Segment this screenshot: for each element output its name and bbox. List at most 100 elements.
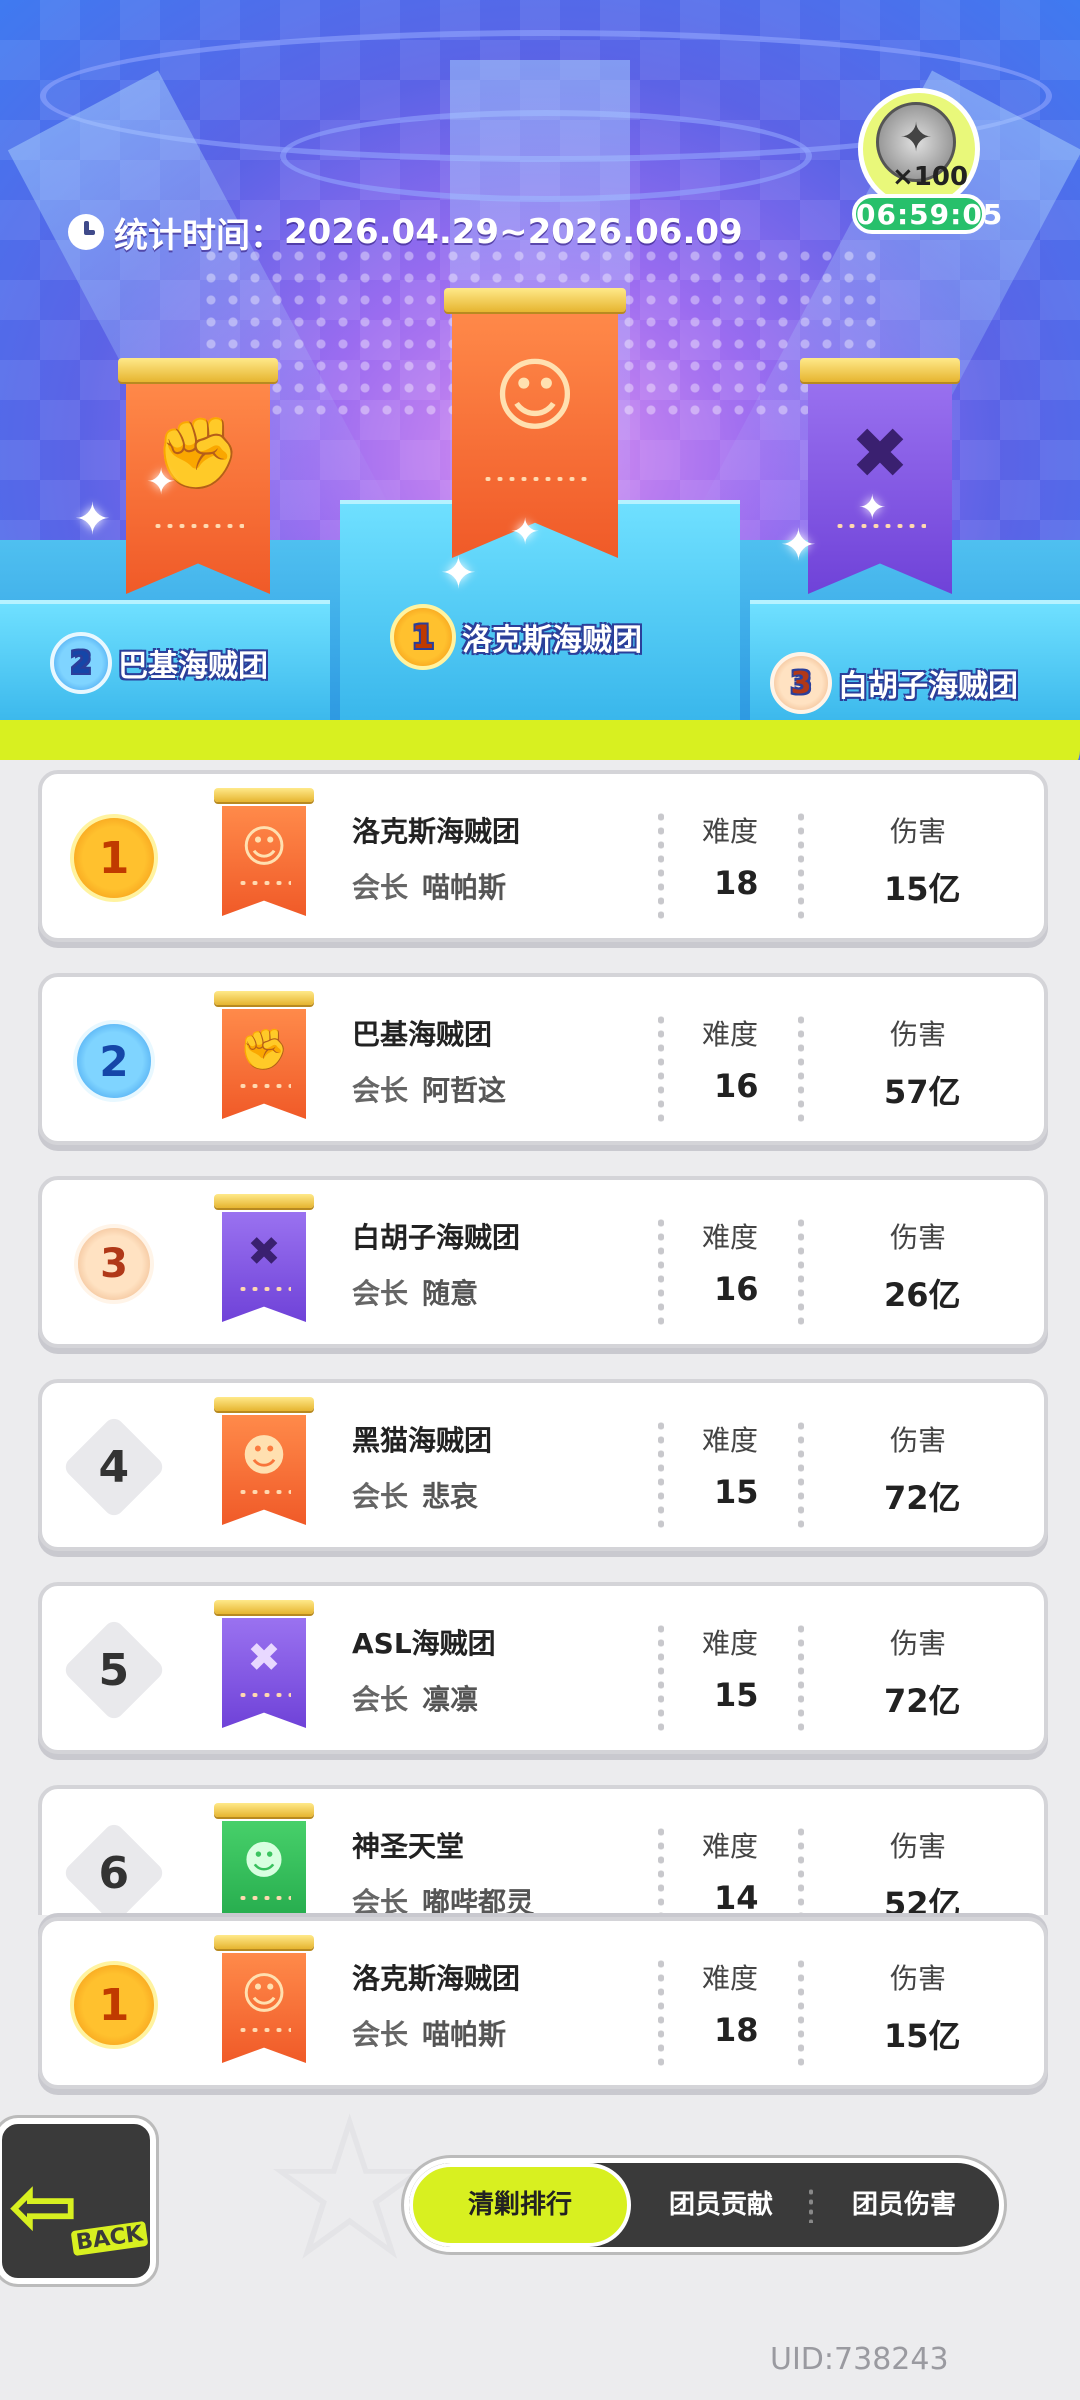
sparkle-icon: ✦ — [74, 494, 111, 545]
rank-badge: 1 — [64, 808, 164, 908]
user-id: UID:738243 — [770, 2342, 949, 2377]
rank-badge: 6 — [61, 1820, 167, 1915]
stage-slime-edge — [0, 720, 1080, 760]
guild-name: 巴基海贼团 — [352, 1018, 493, 1051]
crossed-face-emblem-icon: ✖ — [850, 412, 910, 495]
rank-3-medal-icon: 3 — [770, 652, 832, 714]
guild-leader: 会长 阿哲这 — [352, 1069, 506, 1109]
ranking-row[interactable]: 4 ☻ 黑猫海贼团 会长 悲哀 难度 15 伤害 72亿 — [38, 1379, 1048, 1551]
rank-number: 5 — [98, 1644, 130, 1696]
crossed-face-emblem-icon: ✖ — [247, 1228, 281, 1275]
face-emblem-icon: ☻ — [241, 1430, 287, 1482]
stat-time-range: 2026.04.29~2026.06.09 — [284, 212, 743, 252]
banner-rod — [118, 358, 278, 382]
sparkle-icon: ✦ — [510, 512, 541, 553]
guild-name: 洛克斯海贼团 — [352, 815, 521, 848]
damage-label: 伤害 — [890, 1830, 947, 1863]
guild-banner: ✊ — [214, 991, 314, 1119]
banner-flag: ✖ — [222, 1212, 306, 1322]
leader-name: 嘟哔都灵 — [422, 1886, 535, 1915]
leader-name: 喵帕斯 — [422, 2018, 507, 2051]
podium-name-1: 1 洛克斯海贼团 — [390, 604, 642, 670]
damage-label: 伤害 — [890, 1424, 947, 1457]
banner-rod — [214, 991, 314, 1005]
rank-badge: 2 — [64, 1011, 164, 1111]
masked-face-emblem-icon: ☻ — [243, 1837, 285, 1884]
currency-badge[interactable]: ×100 06:59:05 — [852, 88, 1002, 238]
banner-rod — [214, 788, 314, 802]
divider — [658, 1622, 664, 1732]
damage-value: 72亿 — [884, 1682, 961, 1720]
difficulty-label: 难度 — [702, 1830, 759, 1863]
difficulty-value: 16 — [714, 1270, 759, 1308]
leader-name: 随意 — [422, 1277, 479, 1310]
banner-stitch — [237, 1286, 291, 1291]
back-button[interactable]: ⇦ BACK — [0, 2118, 156, 2284]
currency-count: ×100 — [892, 162, 969, 192]
leader-label: 会长 — [352, 1886, 409, 1915]
difficulty-value: 16 — [714, 1067, 759, 1105]
guild-banner: ☺ — [214, 788, 314, 916]
leader-label: 会长 — [352, 1277, 409, 1310]
rank-1-medal-icon: 1 — [70, 814, 158, 902]
tab-bar: 清剿排行 团员贡献 团员伤害 — [404, 2158, 1004, 2252]
podium-banner-3[interactable]: ✖ — [800, 358, 960, 594]
divider — [798, 1957, 804, 2067]
rank-2-medal-icon: 2 — [50, 632, 112, 694]
ranking-row[interactable]: 3 ✖ 白胡子海贼团 会长 随意 难度 16 伤害 26亿 — [38, 1176, 1048, 1348]
halo-face-emblem-icon: ☺ — [493, 348, 577, 442]
damage-label: 伤害 — [890, 815, 947, 848]
leader-name: 阿哲这 — [422, 1074, 507, 1107]
banner-rod — [444, 288, 626, 312]
leader-label: 会长 — [352, 2018, 409, 2051]
difficulty-value: 14 — [714, 1879, 759, 1915]
halo-face-emblem-icon: ☺ — [241, 1968, 287, 2020]
guild-name: 神圣天堂 — [352, 1830, 465, 1863]
banner-stitch — [237, 1489, 291, 1494]
guild-name: 洛克斯海贼团 — [352, 1962, 521, 1995]
ranking-row[interactable]: 5 ✖ ASL海贼团 会长 凛凛 难度 15 伤害 72亿 — [38, 1582, 1048, 1754]
leader-label: 会长 — [352, 1480, 409, 1513]
leader-name: 凛凛 — [422, 1683, 479, 1716]
my-guild-row[interactable]: 1 ☺ 洛克斯海贼团 会长 喵帕斯 难度 18 伤害 15亿 — [38, 1917, 1048, 2089]
banner-stitch — [237, 1083, 291, 1088]
banner-flag: ✊ — [222, 1009, 306, 1119]
podium-name-3: 3 白胡子海贼团 — [770, 652, 1018, 714]
damage-value: 52亿 — [884, 1885, 961, 1915]
sparkle-icon: ✦ — [440, 548, 477, 599]
leader-label: 会长 — [352, 871, 409, 904]
ranking-row[interactable]: 6 ☻ 神圣天堂 会长 嘟哔都灵 难度 14 伤害 52亿 — [38, 1785, 1048, 1915]
tab-member-damage[interactable]: 团员伤害 — [811, 2163, 997, 2247]
divider — [658, 1957, 664, 2067]
my-guild-rank[interactable]: 1 ☺ 洛克斯海贼团 会长 喵帕斯 难度 18 伤害 15亿 — [38, 1917, 1048, 2089]
rank-number: 6 — [98, 1847, 130, 1899]
ranking-list[interactable]: 1 ☺ 洛克斯海贼团 会长 喵帕斯 难度 18 伤害 15亿 2 ✊ 巴基海贼团 … — [38, 770, 1048, 1915]
guild-banner: ☻ — [214, 1803, 314, 1915]
divider — [798, 1013, 804, 1123]
banner-rod — [214, 1935, 314, 1949]
guild-banner: ✖ — [214, 1600, 314, 1728]
stat-time: 统计时间： 2026.04.29~2026.06.09 — [68, 210, 743, 256]
banner-flag: ☻ — [222, 1415, 306, 1525]
tab-member-contribution[interactable]: 团员贡献 — [631, 2163, 811, 2247]
divider — [658, 1419, 664, 1529]
banner-flag: ✖ — [222, 1618, 306, 1728]
rank-badge: 4 — [61, 1414, 167, 1520]
stat-time-label: 统计时间： — [114, 215, 284, 256]
guild-leader: 会长 喵帕斯 — [352, 2013, 506, 2053]
rank-number-badge: 6 — [61, 1820, 167, 1915]
tab-clear-ranking[interactable]: 清剿排行 — [409, 2163, 631, 2247]
crossed-face-emblem-icon: ✖ — [247, 1634, 281, 1681]
podium-guild-name: 洛克斯海贼团 — [462, 623, 642, 658]
banner-rod — [214, 1600, 314, 1614]
difficulty-value: 18 — [714, 2011, 759, 2049]
divider — [798, 1419, 804, 1529]
divider — [658, 1825, 664, 1915]
banner-rod — [800, 358, 960, 382]
guild-leader: 会长 悲哀 — [352, 1475, 478, 1515]
rank-badge: 3 — [64, 1214, 164, 1314]
ranking-row[interactable]: 2 ✊ 巴基海贼团 会长 阿哲这 难度 16 伤害 57亿 — [38, 973, 1048, 1145]
guild-leader: 会长 随意 — [352, 1272, 478, 1312]
ranking-row[interactable]: 1 ☺ 洛克斯海贼团 会长 喵帕斯 难度 18 伤害 15亿 — [38, 770, 1048, 942]
banner-rod — [214, 1194, 314, 1208]
